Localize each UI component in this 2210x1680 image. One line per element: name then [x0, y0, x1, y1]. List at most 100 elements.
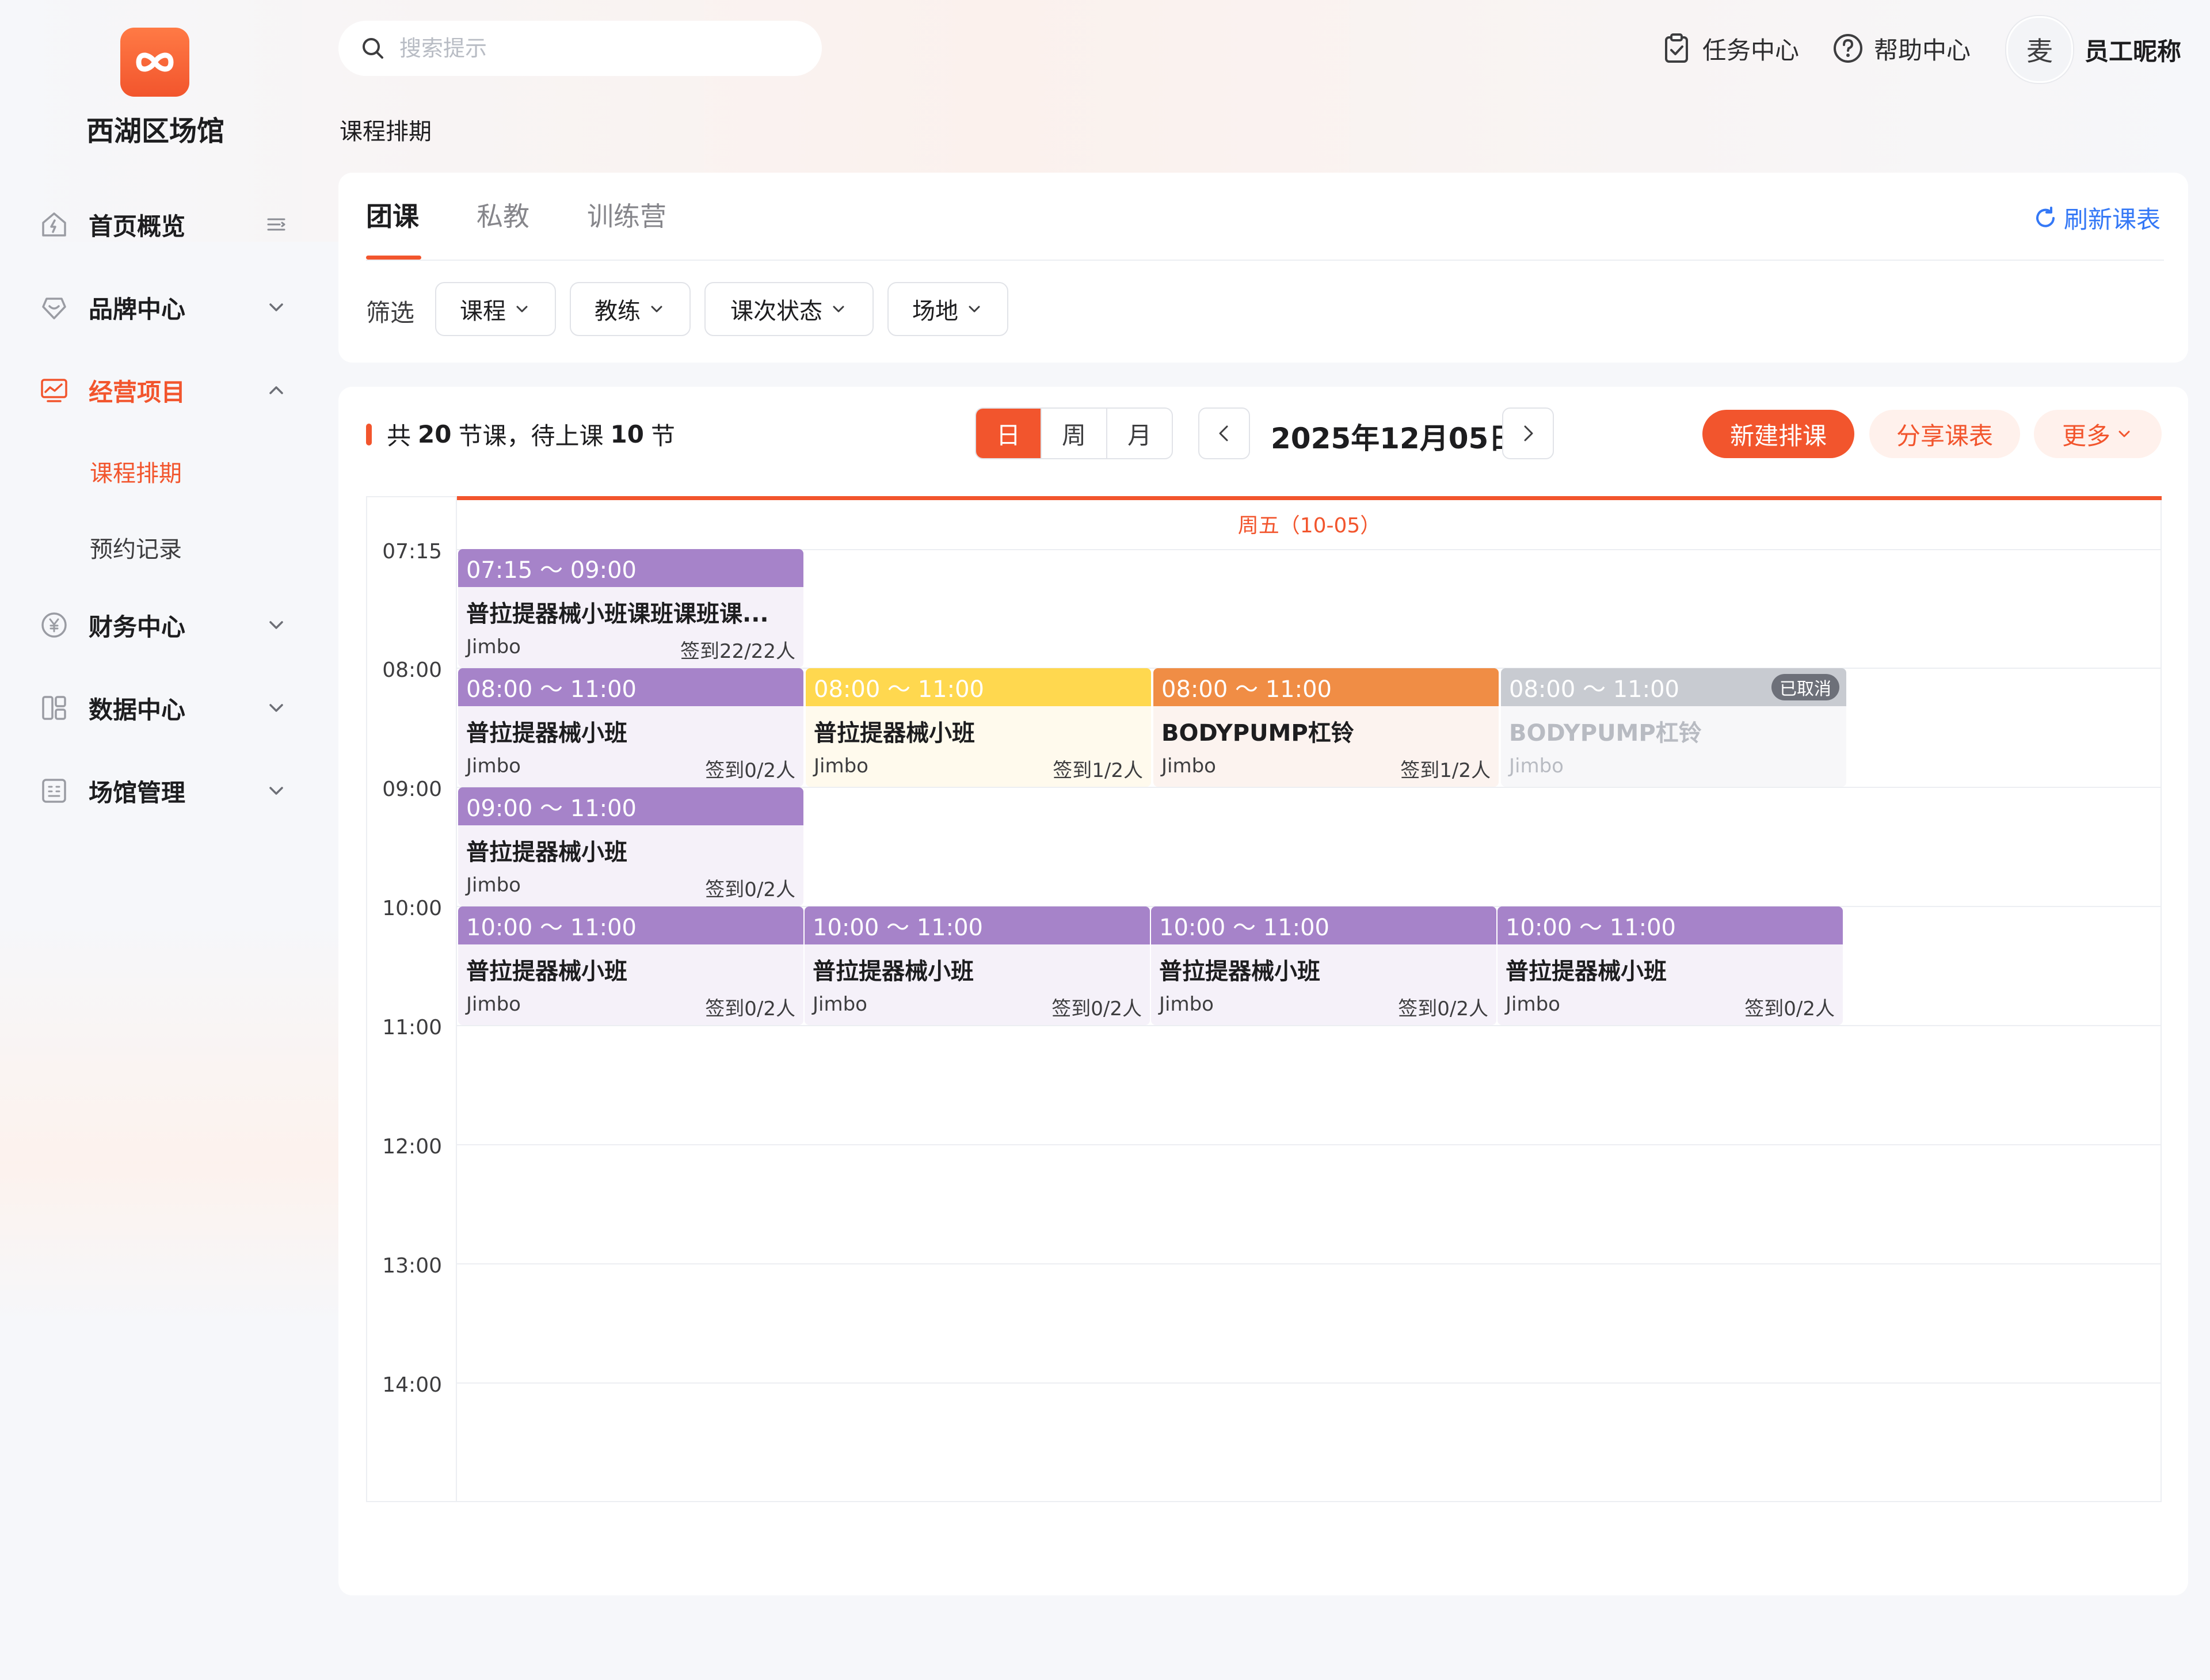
view-week-button[interactable]: 周 [1042, 409, 1107, 458]
sidebar-item-label: 首页概览 [89, 212, 186, 241]
event-checkin-count: 签到0/2人 [705, 878, 795, 901]
sidebar-item-home[interactable]: 首页概览 [37, 204, 290, 245]
summary-suffix: 节 [650, 422, 675, 450]
day-header-accent [457, 496, 2162, 500]
event-coach: Jimbo [1161, 755, 1216, 778]
class-event[interactable]: 07:15 ～ 09:00 普拉提器械小班课班课班课... Jimbo 签到22… [458, 549, 803, 668]
class-event-cancelled[interactable]: 08:00 ～ 11:00 已取消 BODYPUMP杠铃 Jimbo [1501, 668, 1846, 787]
time-label: 08:00 [382, 658, 442, 682]
time-label: 11:00 [382, 1016, 442, 1039]
view-month-button[interactable]: 月 [1107, 409, 1172, 458]
prev-date-button[interactable] [1198, 407, 1250, 459]
sidebar-item-data[interactable]: 数据中心 [37, 687, 290, 729]
sidebar-item-business[interactable]: 经营项目 [37, 369, 290, 411]
event-checkin-count: 签到0/2人 [1398, 997, 1488, 1020]
hour-gridline [457, 1144, 2162, 1145]
home-icon [37, 207, 71, 242]
time-label: 12:00 [382, 1135, 442, 1159]
class-event[interactable]: 10:00 ～ 11:00 普拉提器械小班 Jimbo 签到0/2人 [805, 906, 1150, 1025]
more-label: 更多 [2062, 421, 2110, 450]
filter-coach-dropdown[interactable]: 教练 [570, 282, 691, 336]
filter-status-dropdown[interactable]: 课次状态 [704, 282, 874, 336]
event-coach: Jimbo [466, 755, 521, 778]
event-checkin-count: 签到0/2人 [1051, 997, 1142, 1020]
sidebar-item-venue[interactable]: 场馆管理 [37, 770, 290, 812]
sidebar-subitem-bookings[interactable]: 预约记录 [90, 531, 182, 564]
sidebar-item-brand[interactable]: 品牌中心 [37, 287, 290, 328]
class-event[interactable]: 08:00 ～ 11:00 普拉提器械小班 Jimbo 签到1/2人 [806, 668, 1151, 787]
day-header-label: 周五（10-05） [1237, 514, 1381, 538]
event-coach: Jimbo [814, 755, 868, 778]
class-event[interactable]: 08:00 ～ 11:00 BODYPUMP杠铃 Jimbo 签到1/2人 [1153, 668, 1499, 787]
sidebar-item-finance[interactable]: 财务中心 [37, 604, 290, 646]
venue-logo[interactable] [120, 28, 189, 97]
tab-training-camp[interactable]: 训练营 [587, 196, 666, 234]
event-name: BODYPUMP杠铃 [1509, 720, 1702, 746]
chevron-down-icon [262, 294, 290, 321]
event-coach: Jimbo [1506, 993, 1560, 1016]
filter-status-label: 课次状态 [730, 298, 822, 325]
summary-total-count: 20 [418, 420, 452, 448]
event-checkin-count: 签到1/2人 [1053, 759, 1143, 782]
event-name: BODYPUMP杠铃 [1161, 720, 1354, 746]
event-name: 普拉提器械小班 [1159, 958, 1320, 985]
event-time: 07:15 ～ 09:00 [458, 549, 803, 587]
class-event[interactable]: 10:00 ～ 11:00 普拉提器械小班 Jimbo 签到0/2人 [1498, 906, 1843, 1025]
event-time: 09:00 ～ 11:00 [458, 787, 803, 825]
task-center-link[interactable]: 任务中心 [1660, 29, 1799, 68]
hour-gridline [457, 1382, 2162, 1384]
event-coach: Jimbo [1159, 993, 1214, 1016]
class-event[interactable]: 09:00 ～ 11:00 普拉提器械小班 Jimbo 签到0/2人 [458, 787, 803, 906]
refresh-icon [2036, 206, 2055, 227]
event-name: 普拉提器械小班 [466, 720, 627, 746]
chevron-right-icon [1524, 425, 1533, 441]
avatar[interactable]: 麦 [2006, 16, 2073, 83]
current-date[interactable]: 2025年12月05日 [1271, 416, 1517, 457]
collapse-menu-icon[interactable] [262, 211, 290, 238]
event-checkin-count: 签到22/22人 [680, 640, 795, 663]
tab-group-class[interactable]: 团课 [366, 196, 419, 234]
event-coach: Jimbo [1509, 755, 1564, 778]
next-date-button[interactable] [1502, 407, 1554, 459]
class-event[interactable]: 10:00 ～ 11:00 普拉提器械小班 Jimbo 签到0/2人 [1151, 906, 1496, 1025]
event-name: 普拉提器械小班 [466, 958, 627, 985]
summary-prefix: 共 [387, 422, 411, 450]
tab-private-class[interactable]: 私教 [477, 196, 529, 234]
sidebar-subitem-schedule[interactable]: 课程排期 [90, 455, 182, 488]
brand-logo-icon [136, 52, 174, 72]
help-center-link[interactable]: 帮助中心 [1831, 29, 1971, 68]
refresh-schedule-button[interactable]: 刷新课表 [2033, 200, 2161, 235]
class-event[interactable]: 10:00 ～ 11:00 普拉提器械小班 Jimbo 签到0/2人 [458, 906, 803, 1025]
view-day-button[interactable]: 日 [976, 409, 1042, 458]
event-time: 08:00 ～ 11:00 [1509, 676, 1679, 703]
refresh-label: 刷新课表 [2064, 205, 2161, 234]
event-time: 10:00 ～ 11:00 [458, 906, 803, 944]
dashboard-grid-icon [37, 691, 71, 725]
filter-venue-dropdown[interactable]: 场地 [887, 282, 1008, 336]
help-circle-icon [1834, 34, 1862, 63]
time-label: 13:00 [382, 1254, 442, 1278]
chevron-down-icon [969, 306, 980, 313]
chevron-left-icon [1219, 425, 1228, 441]
user-name[interactable]: 员工昵称 [2085, 32, 2181, 67]
event-name: 普拉提器械小班 [466, 839, 627, 866]
event-time: 08:00 ～ 11:00 [458, 668, 803, 706]
sidebar-item-label: 品牌中心 [89, 295, 186, 323]
time-column-separator [456, 496, 457, 1502]
chevron-down-icon [262, 694, 290, 722]
class-event[interactable]: 08:00 ～ 11:00 普拉提器械小班 Jimbo 签到0/2人 [458, 668, 803, 787]
filter-venue-label: 场地 [912, 298, 958, 325]
sidebar-item-label: 场馆管理 [89, 778, 186, 807]
time-label: 10:00 [382, 897, 442, 920]
share-schedule-button[interactable]: 分享课表 [1869, 410, 2020, 458]
search-icon [363, 38, 383, 59]
search-input[interactable] [398, 35, 803, 62]
cancelled-badge: 已取消 [1771, 674, 1839, 700]
search-box[interactable] [338, 21, 822, 76]
new-schedule-button[interactable]: 新建排课 [1702, 410, 1854, 458]
summary-middle: 节课，待上课 [458, 422, 604, 450]
filter-course-dropdown[interactable]: 课程 [435, 282, 556, 336]
more-dropdown-button[interactable]: 更多 [2034, 410, 2162, 458]
event-name: 普拉提器械小班 [1506, 958, 1667, 985]
event-time: 08:00 ～ 11:00 [1153, 668, 1499, 706]
